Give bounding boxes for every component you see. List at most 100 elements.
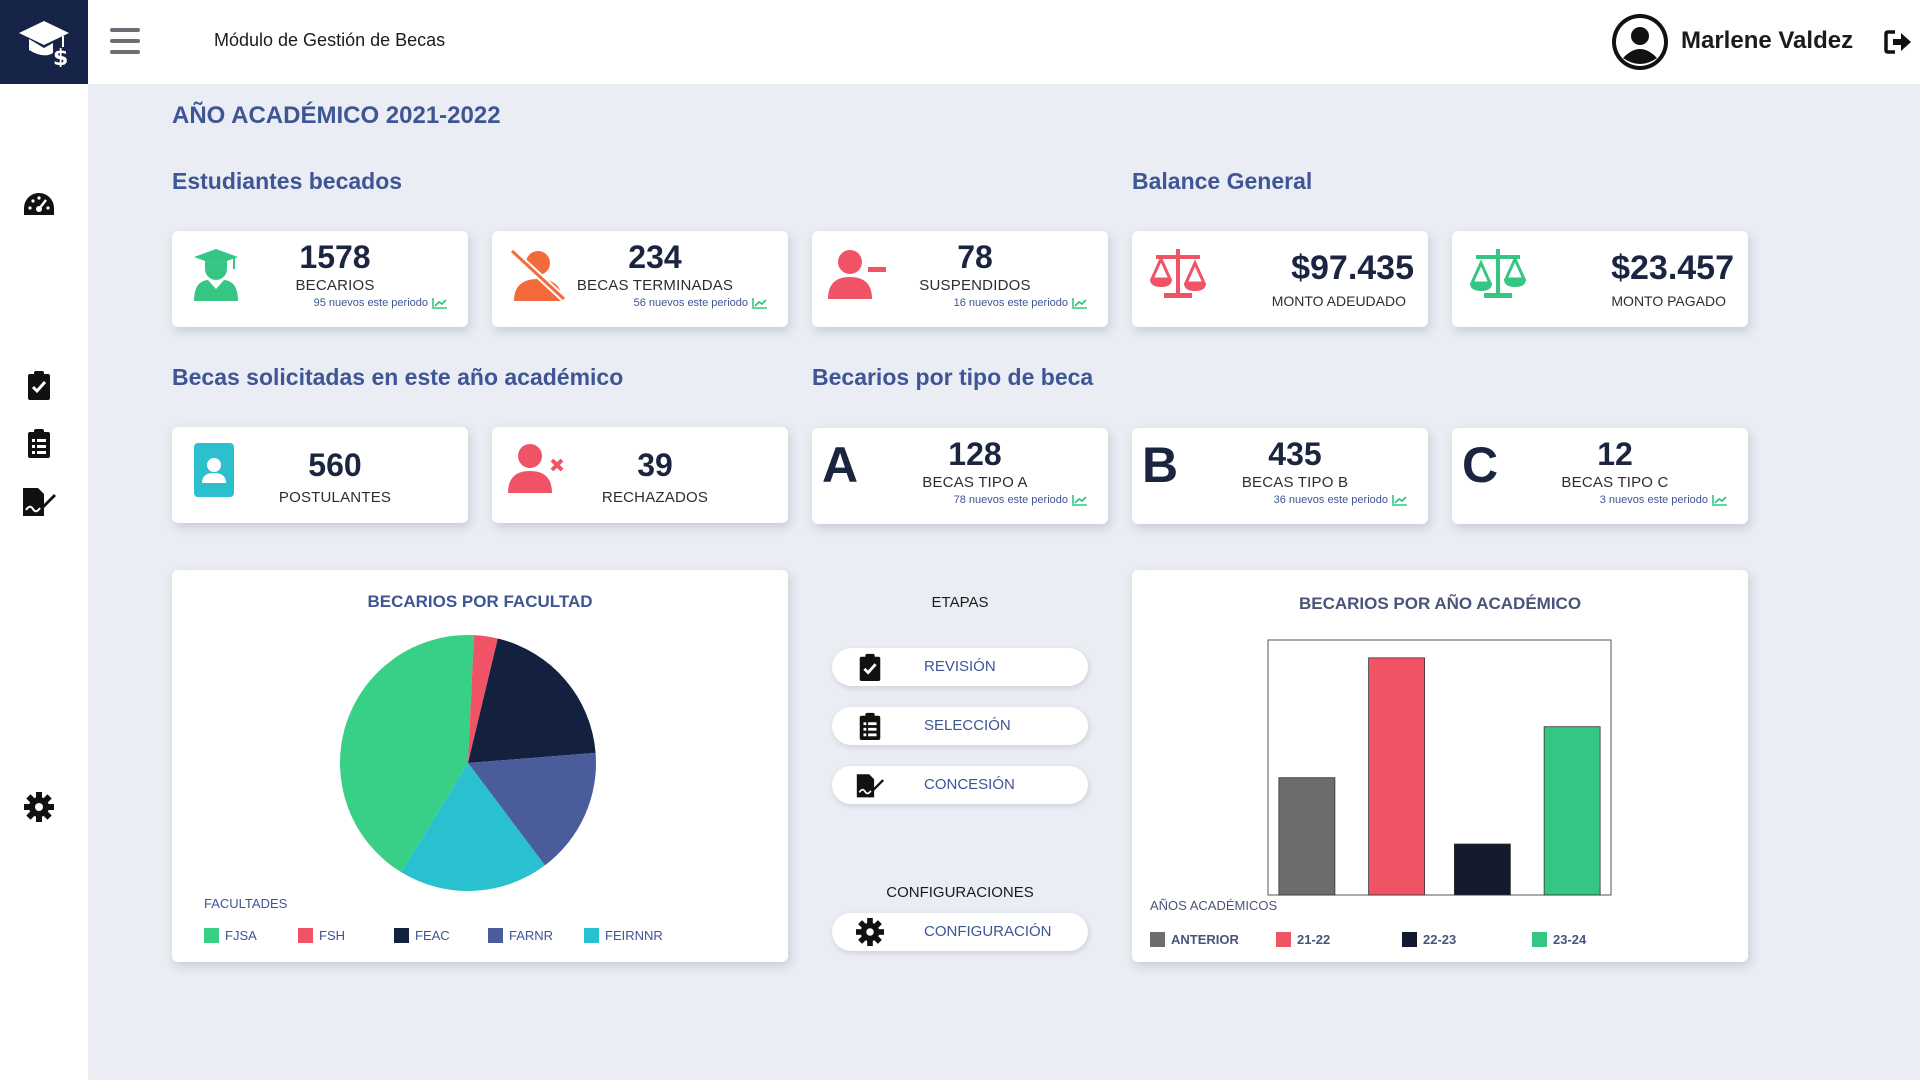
- rechazados-label: RECHAZADOS: [601, 489, 709, 506]
- clipboard-list-icon: [859, 712, 881, 740]
- tipo-a-value: 128: [948, 436, 1002, 472]
- legend-swatch: [488, 928, 503, 943]
- gear-icon: [856, 918, 884, 946]
- bar-legend-item-23-24[interactable]: 23-24: [1532, 932, 1586, 947]
- legend-label: FSH: [319, 928, 345, 943]
- terminadas-value: 234: [628, 239, 682, 275]
- pie-legend-title: FACULTADES: [204, 896, 288, 911]
- user-times-icon: [508, 444, 564, 493]
- configuration-label: CONFIGURACIÓN: [924, 923, 1052, 940]
- legend-swatch: [1150, 932, 1165, 947]
- file-signature-icon[interactable]: [20, 482, 58, 520]
- top-bar: Módulo de Gestión de Becas Marlene Valde…: [88, 0, 1920, 84]
- academic-year-chart-panel: BECARIOS POR AÑO ACADÉMICO AÑOS ACADÉMIC…: [1132, 570, 1748, 962]
- tipo-b-label: BECAS TIPO B: [1241, 474, 1349, 491]
- bar-legend-item-22-23[interactable]: 22-23: [1402, 932, 1456, 947]
- legend-label: 23-24: [1553, 932, 1587, 947]
- legend-swatch: [298, 928, 313, 943]
- section-students-title: Estudiantes becados: [172, 168, 403, 194]
- legend-label: FARNR: [509, 928, 554, 943]
- card-becas-tipo-b[interactable]: B 435 BECAS TIPO B 36 nuevos este period…: [1132, 428, 1428, 524]
- svg-text:$: $: [53, 46, 68, 67]
- pagado-label: MONTO PAGADO: [1611, 293, 1726, 309]
- legend-swatch: [584, 928, 599, 943]
- stage-seleccion-button[interactable]: SELECCIÓN: [832, 707, 1088, 745]
- pie-legend-item-fjsa[interactable]: FJSA: [204, 928, 257, 943]
- sidebar: $: [0, 0, 88, 1080]
- card-rechazados[interactable]: 39 RECHAZADOS: [492, 427, 788, 523]
- tipo-c-value: 12: [1597, 436, 1633, 472]
- gear-icon[interactable]: [20, 788, 58, 826]
- rechazados-value: 39: [637, 447, 673, 483]
- card-becarios[interactable]: 1578 BECARIOS 95 nuevos este periodo: [172, 231, 468, 327]
- bar-legend-title: AÑOS ACADÉMICOS: [1150, 898, 1278, 913]
- menu-icon[interactable]: [110, 28, 140, 54]
- app-logo[interactable]: $: [0, 0, 88, 84]
- id-badge-icon: [194, 443, 234, 497]
- pie-legend-item-fsh[interactable]: FSH: [298, 928, 345, 943]
- faculty-chart-panel: BECARIOS POR FACULTAD FACULTADES FJSA FSH…: [172, 570, 788, 962]
- bar-legend-item-anterior[interactable]: ANTERIOR: [1150, 932, 1239, 947]
- terminadas-trend: 56 nuevos este periodo: [634, 297, 768, 309]
- tipo-b-trend: 36 nuevos este periodo: [1274, 494, 1408, 506]
- configuration-button[interactable]: CONFIGURACIÓN: [832, 913, 1088, 951]
- stage-revision-button[interactable]: REVISIÓN: [832, 648, 1088, 686]
- terminadas-label: BECAS TERMINADAS: [576, 277, 734, 294]
- legend-swatch: [1532, 932, 1547, 947]
- graduate-icon: [194, 249, 238, 301]
- trend-up-icon: [752, 298, 767, 309]
- card-monto-adeudado[interactable]: $97.435 MONTO ADEUDADO: [1132, 231, 1428, 327]
- clipboard-check-icon[interactable]: [20, 366, 58, 404]
- bar-22-23[interactable]: [1453, 843, 1511, 896]
- card-postulantes[interactable]: 560 POSTULANTES: [172, 427, 468, 523]
- card-becas-terminadas[interactable]: 234 BECAS TERMINADAS 56 nuevos este peri…: [492, 231, 788, 327]
- section-by-type-title: Becarios por tipo de beca: [812, 364, 1094, 390]
- avatar[interactable]: [1612, 14, 1668, 70]
- bar-23-24[interactable]: [1543, 726, 1601, 896]
- pagado-value: $23.457: [1611, 249, 1734, 287]
- scale-icon: [1469, 249, 1527, 298]
- tipo-c-label: BECAS TIPO C: [1561, 474, 1669, 491]
- logout-icon[interactable]: [1884, 28, 1912, 56]
- legend-swatch: [1402, 932, 1417, 947]
- section-requested-title: Becas solicitadas en este año académico: [172, 364, 624, 390]
- stage-concesion-label: CONCESIÓN: [924, 776, 1015, 793]
- pie-legend-item-feirnnr[interactable]: FEIRNNR: [584, 928, 663, 943]
- suspendidos-trend: 16 nuevos este periodo: [954, 297, 1088, 309]
- user-minus-icon: [828, 250, 886, 299]
- card-becas-tipo-c[interactable]: C 12 BECAS TIPO C 3 nuevos este periodo: [1452, 428, 1748, 524]
- file-signature-icon: [856, 774, 884, 798]
- suspendidos-label: SUSPENDIDOS: [919, 277, 1031, 294]
- adeudado-value: $97.435: [1291, 249, 1414, 287]
- clipboard-list-icon[interactable]: [20, 424, 58, 462]
- tipo-c-trend-text: 3 nuevos este periodo: [1599, 494, 1708, 506]
- dashboard-icon[interactable]: [20, 186, 58, 224]
- bar-anterior[interactable]: [1278, 777, 1336, 896]
- legend-label: FEIRNNR: [605, 928, 663, 943]
- bar-21-22[interactable]: [1368, 657, 1426, 896]
- suspendidos-trend-text: 16 nuevos este periodo: [953, 297, 1068, 309]
- trend-up-icon: [1072, 298, 1087, 309]
- legend-label: FJSA: [225, 928, 257, 943]
- app-title: Módulo de Gestión de Becas: [214, 30, 446, 50]
- pie-legend-item-feac[interactable]: FEAC: [394, 928, 450, 943]
- tipo-a-letter: A: [822, 437, 859, 493]
- stage-concesion-button[interactable]: CONCESIÓN: [832, 766, 1088, 804]
- card-suspendidos[interactable]: 78 SUSPENDIDOS 16 nuevos este periodo: [812, 231, 1108, 327]
- card-monto-pagado[interactable]: $23.457 MONTO PAGADO: [1452, 231, 1748, 327]
- tipo-c-letter: C: [1462, 437, 1499, 493]
- trend-up-icon: [1072, 495, 1087, 506]
- pie-legend-item-farnr[interactable]: FARNR: [488, 928, 553, 943]
- postulantes-value: 560: [308, 447, 362, 483]
- user-slash-icon: [509, 248, 567, 302]
- legend-swatch: [204, 928, 219, 943]
- card-becas-tipo-a[interactable]: A 128 BECAS TIPO A 78 nuevos este period…: [812, 428, 1108, 524]
- bar-legend-item-21-22[interactable]: 21-22: [1276, 932, 1330, 947]
- tipo-a-trend: 78 nuevos este periodo: [954, 494, 1088, 506]
- graduation-money-icon: $: [19, 21, 69, 67]
- becarios-value: 1578: [299, 239, 371, 275]
- tipo-a-label: BECAS TIPO A: [922, 474, 1028, 491]
- suspendidos-value: 78: [957, 239, 993, 275]
- page-title: AÑO ACADÉMICO 2021-2022: [172, 102, 501, 129]
- adeudado-label: MONTO ADEUDADO: [1271, 293, 1406, 309]
